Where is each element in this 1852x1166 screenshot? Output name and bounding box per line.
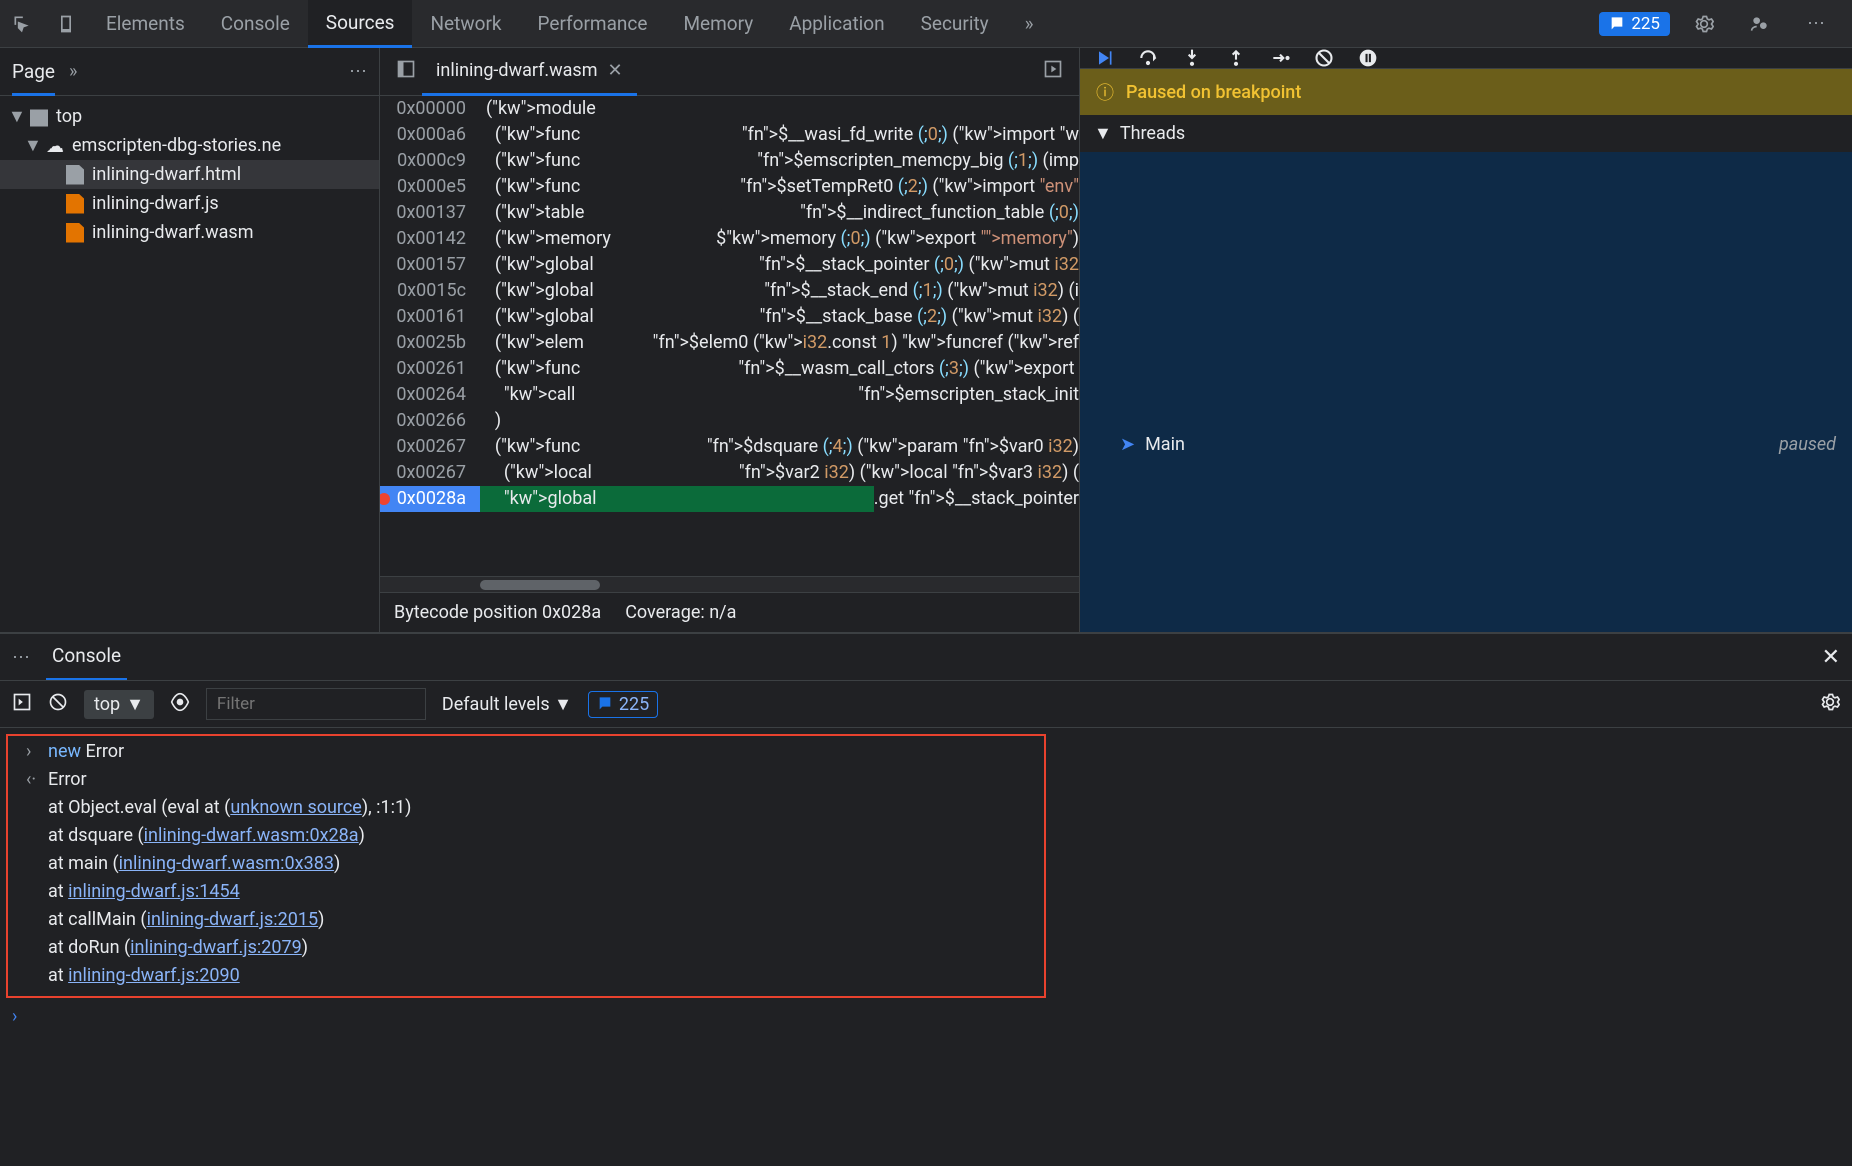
- live-expression-icon[interactable]: [170, 692, 190, 717]
- tab-console[interactable]: Console: [203, 0, 308, 48]
- step-over-icon[interactable]: [1138, 48, 1158, 68]
- code-line[interactable]: 0x00261 ("kw">func "fn">$__wasm_call_cto…: [380, 356, 1079, 382]
- stack-frame: at inlining-dwarf.js:1454: [14, 878, 1038, 906]
- toggle-debug-icon[interactable]: [1043, 59, 1063, 84]
- code-line[interactable]: 0x000a6 ("kw">func "fn">$__wasi_fd_write…: [380, 122, 1079, 148]
- debugger-pane: ⓘPaused on breakpoint ▼Threads ➤Mainpaus…: [1080, 48, 1852, 632]
- step-out-icon[interactable]: [1226, 48, 1246, 68]
- drawer-more-icon[interactable]: ⋯: [12, 647, 30, 668]
- source-link[interactable]: inlining-dwarf.wasm:0x28a: [144, 825, 359, 846]
- tree-domain[interactable]: ▼☁emscripten-dbg-stories.ne: [0, 131, 379, 160]
- code-line[interactable]: 0x00267 ("kw">local "fn">$var2 i32) ("kw…: [380, 460, 1079, 486]
- code-line[interactable]: 0x0015c ("kw">global "fn">$__stack_end (…: [380, 278, 1079, 304]
- toggle-nav-icon[interactable]: [396, 59, 416, 84]
- issues-badge[interactable]: 225: [1599, 12, 1670, 36]
- source-link[interactable]: inlining-dwarf.js:2015: [147, 909, 319, 930]
- device-icon[interactable]: [52, 10, 80, 38]
- resume-icon[interactable]: [1094, 48, 1114, 68]
- source-link[interactable]: inlining-dwarf.wasm:0x383: [119, 853, 334, 874]
- tree-file-js[interactable]: inlining-dwarf.js: [0, 189, 379, 218]
- tree-top[interactable]: ▼top: [0, 102, 379, 131]
- stack-frame: at dsquare (inlining-dwarf.wasm:0x28a): [14, 822, 1038, 850]
- clear-console-icon[interactable]: [48, 692, 68, 717]
- nav-overflow[interactable]: »: [69, 61, 77, 82]
- code-line[interactable]: 0x00142 ("kw">memory $"kw">memory (;0;) …: [380, 226, 1079, 252]
- tab-application[interactable]: Application: [771, 0, 902, 48]
- bytecode-position: Bytecode position 0x028a: [394, 602, 601, 623]
- thread-main[interactable]: ➤Mainpaused: [1080, 152, 1852, 632]
- close-tab-icon[interactable]: ✕: [608, 60, 623, 81]
- filter-input[interactable]: [206, 688, 426, 720]
- code-line[interactable]: 0x00264 "kw">call "fn">$emscripten_stack…: [380, 382, 1079, 408]
- code-line[interactable]: 0x00157 ("kw">global "fn">$__stack_point…: [380, 252, 1079, 278]
- inspect-icon[interactable]: [8, 10, 36, 38]
- stack-frame: at doRun (inlining-dwarf.js:2079): [14, 934, 1038, 962]
- console-toolbar: top ▼ Default levels ▼ 225: [0, 680, 1852, 728]
- coverage-status: Coverage: n/a: [625, 602, 736, 623]
- code-editor[interactable]: 0x00000("kw">module0x000a6 ("kw">func "f…: [380, 96, 1079, 576]
- file-tab[interactable]: inlining-dwarf.wasm✕: [422, 48, 637, 96]
- source-link[interactable]: unknown source: [230, 797, 362, 818]
- tab-network[interactable]: Network: [412, 0, 519, 48]
- code-line[interactable]: 0x00266 ): [380, 408, 1079, 434]
- account-icon[interactable]: [1746, 10, 1774, 38]
- stack-frame: at main (inlining-dwarf.wasm:0x383): [14, 850, 1038, 878]
- file-tree: ▼top ▼☁emscripten-dbg-stories.ne inlinin…: [0, 96, 379, 253]
- tabs-overflow[interactable]: »: [1007, 0, 1052, 48]
- pause-exceptions-icon[interactable]: [1358, 48, 1378, 68]
- editor-pane: inlining-dwarf.wasm✕ 0x00000("kw">module…: [380, 48, 1080, 632]
- nav-more-icon[interactable]: ⋯: [349, 61, 367, 82]
- stack-frame: at inlining-dwarf.js:2090: [14, 962, 1038, 990]
- code-line[interactable]: 0x00267 ("kw">func "fn">$dsquare (;4;) (…: [380, 434, 1079, 460]
- scrollbar[interactable]: [380, 576, 1079, 592]
- stack-frame: at Object.eval (eval at (unknown source)…: [14, 794, 1038, 822]
- tree-file-html[interactable]: inlining-dwarf.html: [0, 160, 379, 189]
- console-sidebar-icon[interactable]: [12, 692, 32, 717]
- stack-frame: at callMain (inlining-dwarf.js:2015): [14, 906, 1038, 934]
- code-line[interactable]: 0x000c9 ("kw">func "fn">$emscripten_memc…: [380, 148, 1079, 174]
- close-drawer-icon[interactable]: ✕: [1822, 645, 1840, 670]
- settings-icon[interactable]: [1690, 10, 1718, 38]
- step-icon[interactable]: [1270, 48, 1290, 68]
- source-link[interactable]: inlining-dwarf.js:2090: [68, 965, 240, 986]
- navigator-pane: Page » ⋯ ▼top ▼☁emscripten-dbg-stories.n…: [0, 48, 380, 632]
- console-issues-badge[interactable]: 225: [588, 691, 658, 718]
- code-line[interactable]: 0x0028a "kw">global.get "fn">$__stack_po…: [380, 486, 1079, 512]
- code-line[interactable]: 0x000e5 ("kw">func "fn">$setTempRet0 (;2…: [380, 174, 1079, 200]
- console-tab[interactable]: Console: [46, 633, 127, 681]
- tab-performance[interactable]: Performance: [520, 0, 666, 48]
- more-icon[interactable]: ⋯: [1802, 10, 1830, 38]
- info-icon: ⓘ: [1096, 79, 1114, 105]
- error-highlight: ›new Error ‹·Error at Object.eval (eval …: [6, 734, 1046, 998]
- source-link[interactable]: inlining-dwarf.js:2079: [130, 937, 302, 958]
- tab-memory[interactable]: Memory: [665, 0, 771, 48]
- code-line[interactable]: 0x00137 ("kw">table "fn">$__indirect_fun…: [380, 200, 1079, 226]
- tab-sources[interactable]: Sources: [308, 0, 413, 48]
- threads-section[interactable]: ▼Threads: [1080, 115, 1852, 152]
- console-output: ›new Error ‹·Error at Object.eval (eval …: [0, 728, 1852, 1166]
- context-selector[interactable]: top ▼: [84, 690, 154, 719]
- editor-status-bar: Bytecode position 0x028a Coverage: n/a: [380, 592, 1079, 632]
- code-line[interactable]: 0x00161 ("kw">global "fn">$__stack_base …: [380, 304, 1079, 330]
- level-selector[interactable]: Default levels ▼: [442, 694, 572, 715]
- code-line[interactable]: 0x0025b ("kw">elem "fn">$elem0 ("kw">i32…: [380, 330, 1079, 356]
- tree-file-wasm[interactable]: inlining-dwarf.wasm: [0, 218, 379, 247]
- console-prompt[interactable]: ›: [0, 1000, 1852, 1034]
- step-into-icon[interactable]: [1182, 48, 1202, 68]
- page-tab[interactable]: Page: [12, 48, 55, 96]
- tab-elements[interactable]: Elements: [88, 0, 203, 48]
- paused-banner: ⓘPaused on breakpoint: [1080, 69, 1852, 115]
- devtools-tab-bar: ElementsConsoleSourcesNetworkPerformance…: [0, 0, 1852, 48]
- console-drawer: ⋯ Console ✕ top ▼ Default levels ▼ 225 ›…: [0, 632, 1852, 1166]
- debug-toolbar: [1080, 48, 1852, 69]
- deactivate-bp-icon[interactable]: [1314, 48, 1334, 68]
- code-line[interactable]: 0x00000("kw">module: [380, 96, 1079, 122]
- source-link[interactable]: inlining-dwarf.js:1454: [68, 881, 240, 902]
- tab-security[interactable]: Security: [903, 0, 1007, 48]
- console-settings-icon[interactable]: [1820, 692, 1840, 717]
